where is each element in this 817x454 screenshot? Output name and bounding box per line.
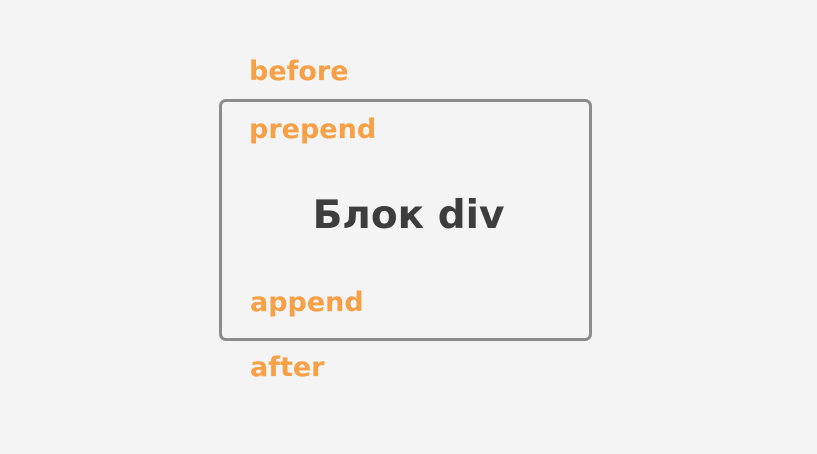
after-label: after xyxy=(250,352,325,383)
before-label: before xyxy=(249,56,349,87)
prepend-label: prepend xyxy=(249,114,377,145)
div-block-title: Блок div xyxy=(312,193,505,238)
append-label: append xyxy=(250,287,364,318)
